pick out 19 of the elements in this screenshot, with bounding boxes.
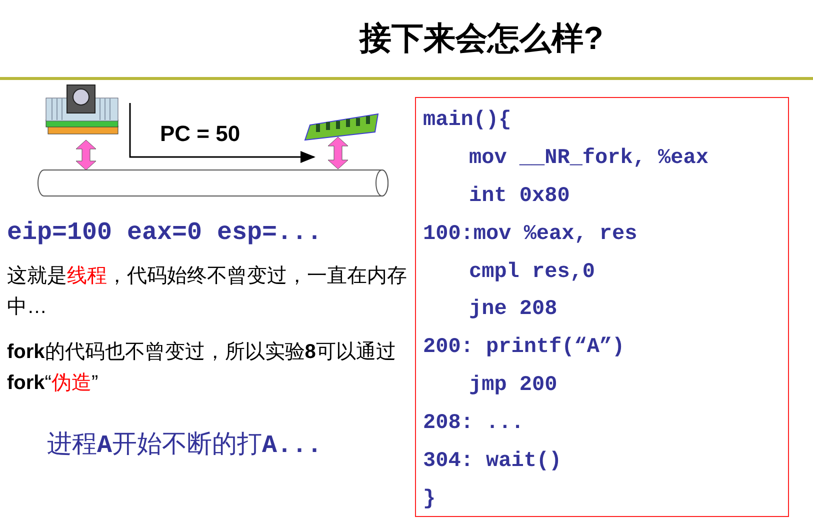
code-line: 100:mov %eax, res — [423, 222, 638, 248]
paragraph: 这就是线程，代码始终不曾变过，一直在内存中… — [7, 264, 408, 320]
paragraph: fork的代码也不曾变过，所以实验8可以通过fork“伪造” — [7, 340, 397, 396]
code-line: main(){ — [423, 108, 512, 134]
code-line: cmpl res,0 — [469, 260, 596, 286]
code-line: 208: ... — [423, 411, 524, 438]
code-line: 200: printf(“A”) — [423, 335, 625, 362]
slide-title: 接下来会怎么样? — [360, 18, 604, 58]
code-line: } — [423, 486, 436, 513]
code-line: 304: wait() — [423, 449, 562, 476]
pc-label: PC = 50 — [160, 121, 240, 146]
result-text: 进程A开始不断的打A... — [47, 429, 324, 460]
code-line: int 0x80 — [469, 184, 570, 210]
double-arrow — [76, 140, 96, 170]
double-arrow — [328, 136, 348, 170]
code-line: jmp 200 — [469, 373, 558, 400]
code-line: jne 208 — [469, 297, 558, 324]
code-line: mov __NR_fork, %eax — [469, 146, 708, 172]
register-values: eip=100 eax=0 esp=... — [7, 218, 324, 247]
